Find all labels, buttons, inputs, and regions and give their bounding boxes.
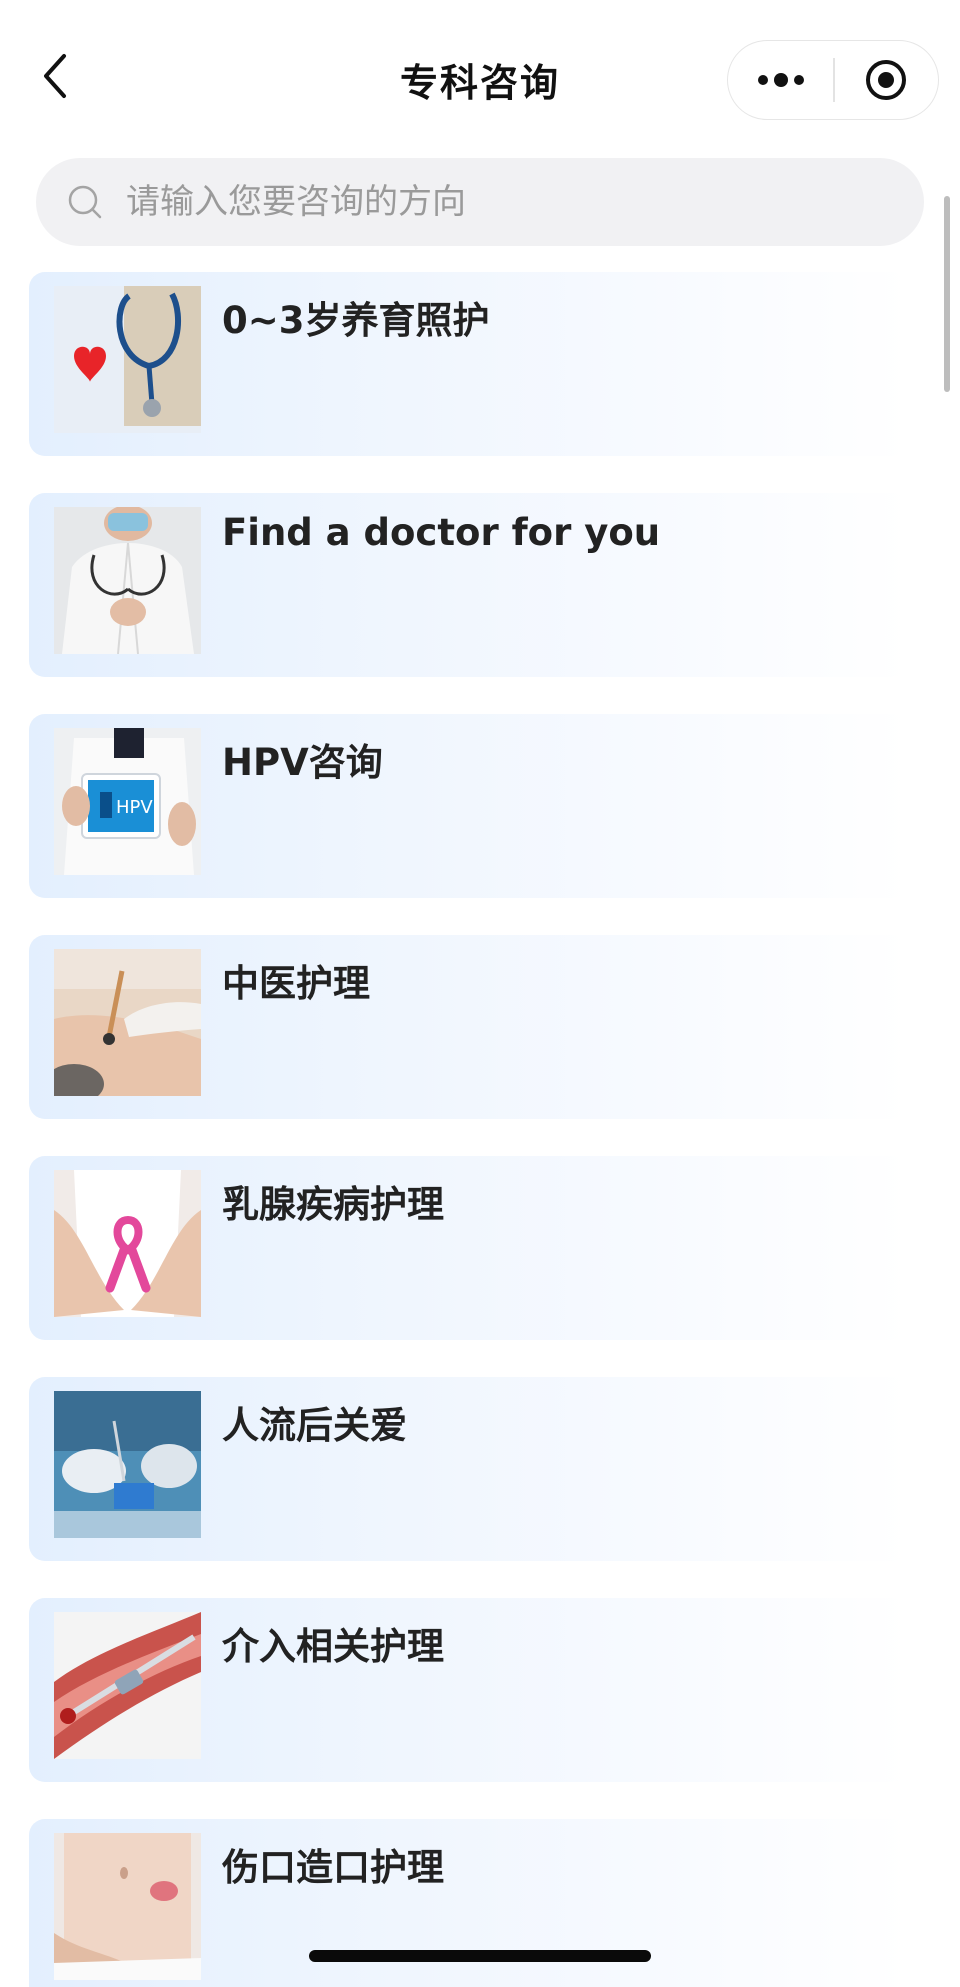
more-button[interactable] bbox=[728, 41, 833, 118]
navigation-bar: 专科咨询 bbox=[0, 0, 960, 150]
list-item[interactable]: 中医护理 bbox=[29, 935, 909, 1119]
scrollbar[interactable] bbox=[944, 196, 950, 392]
tcm-treatment-image bbox=[54, 949, 201, 1096]
list-item-title: 介入相关护理 bbox=[222, 1625, 444, 1668]
page: 专科咨询 请输入您要咨询的方向 0~3岁养育照护 Find a doctor f… bbox=[0, 0, 960, 1987]
stethoscope-heart-image bbox=[54, 286, 201, 433]
list-item[interactable]: 0~3岁养育照护 bbox=[29, 272, 909, 456]
list-item[interactable]: 人流后关爱 bbox=[29, 1377, 909, 1561]
doctor-portrait-image bbox=[54, 507, 201, 654]
home-indicator[interactable] bbox=[309, 1950, 651, 1962]
surgery-room-image bbox=[54, 1391, 201, 1538]
list-item-title: 乳腺疾病护理 bbox=[222, 1183, 444, 1226]
list-item[interactable]: Find a doctor for you bbox=[29, 493, 909, 677]
more-dots-icon bbox=[757, 72, 804, 87]
search-bar[interactable] bbox=[36, 158, 924, 246]
doctor-hpv-tablet-image: HPV bbox=[54, 728, 201, 875]
blood-vessel-catheter-image bbox=[54, 1612, 201, 1759]
target-circle-icon bbox=[866, 59, 906, 100]
list-item[interactable]: 乳腺疾病护理 bbox=[29, 1156, 909, 1340]
list-item-title: Find a doctor for you bbox=[222, 511, 661, 554]
search-input[interactable] bbox=[124, 181, 888, 223]
list-item-title: 人流后关爱 bbox=[222, 1404, 407, 1447]
list-item-title: 中医护理 bbox=[222, 962, 370, 1005]
close-button[interactable] bbox=[834, 41, 938, 118]
pink-ribbon-image bbox=[54, 1170, 201, 1317]
abdomen-wound-image bbox=[54, 1833, 201, 1980]
svg-text:HPV: HPV bbox=[116, 797, 153, 818]
list-item[interactable]: 介入相关护理 bbox=[29, 1598, 909, 1782]
mini-program-capsule bbox=[727, 40, 939, 120]
list-item-title: 伤口造口护理 bbox=[222, 1846, 444, 1889]
list-item-title: 0~3岁养育照护 bbox=[222, 299, 490, 342]
list-item[interactable]: HPV HPV咨询 bbox=[29, 714, 909, 898]
search-icon bbox=[66, 183, 104, 221]
list-item-title: HPV咨询 bbox=[222, 741, 383, 784]
